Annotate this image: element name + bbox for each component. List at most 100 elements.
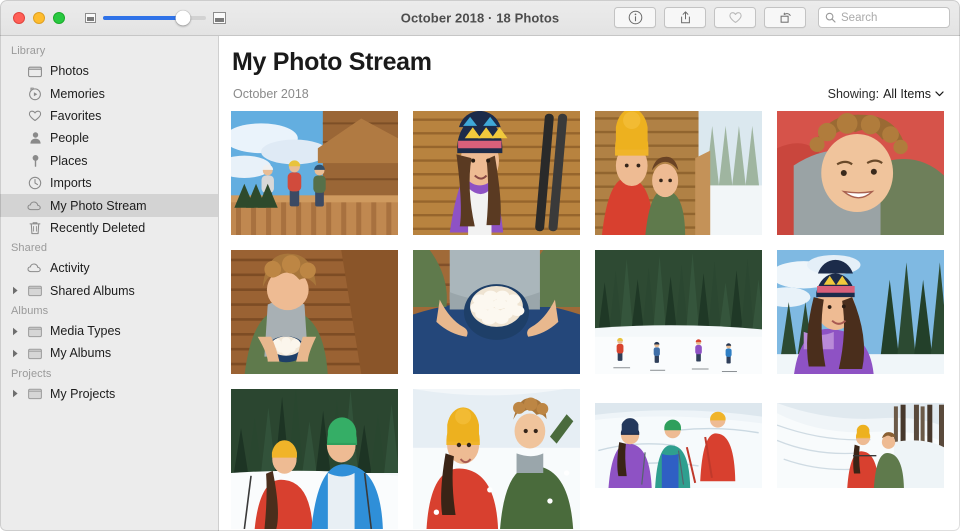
cloud-icon bbox=[27, 200, 43, 212]
photo-thumbnail[interactable] bbox=[777, 111, 944, 235]
toolbar-right-group: Search bbox=[614, 7, 960, 28]
minimize-window-button[interactable] bbox=[33, 12, 45, 24]
sidebar-item-my-albums[interactable]: My Albums bbox=[0, 342, 218, 364]
close-window-button[interactable] bbox=[13, 12, 25, 24]
photo-grid-cell bbox=[413, 389, 580, 529]
photo-grid-cell bbox=[777, 389, 944, 529]
map-pin-icon bbox=[27, 154, 43, 168]
showing-filter-dropdown[interactable]: Showing: All Items bbox=[828, 87, 946, 101]
heart-icon bbox=[27, 109, 43, 122]
photos-folder-icon bbox=[27, 65, 43, 78]
favorite-button[interactable] bbox=[714, 7, 756, 28]
search-field[interactable]: Search bbox=[818, 7, 950, 28]
clock-icon bbox=[27, 176, 43, 190]
slider-knob[interactable] bbox=[176, 10, 191, 25]
photo-thumbnail[interactable] bbox=[413, 389, 580, 529]
sidebar-item-people[interactable]: People bbox=[0, 127, 218, 149]
sidebar-section-header-library: Library bbox=[0, 42, 218, 60]
sidebar-section-header-projects: Projects bbox=[0, 365, 218, 383]
sidebar-item-label: My Albums bbox=[50, 346, 111, 360]
sidebar-item-label: My Projects bbox=[50, 387, 115, 401]
large-thumbnail-icon bbox=[213, 12, 226, 24]
sidebar-section-header-albums: Albums bbox=[0, 302, 218, 320]
sidebar-item-memories[interactable]: Memories bbox=[0, 82, 218, 104]
photo-thumbnail[interactable] bbox=[231, 111, 398, 235]
photo-grid-cell bbox=[413, 250, 580, 374]
photo-grid-cell bbox=[231, 111, 398, 235]
titlebar: October 2018 · 18 Photos bbox=[0, 0, 960, 36]
folder-icon bbox=[27, 387, 43, 400]
sidebar-item-recently-deleted[interactable]: Recently Deleted bbox=[0, 217, 218, 239]
photo-thumbnail[interactable] bbox=[595, 403, 762, 488]
sidebar-item-my-photo-stream[interactable]: My Photo Stream bbox=[0, 194, 218, 216]
disclosure-triangle-icon[interactable] bbox=[11, 389, 20, 398]
traffic-lights bbox=[0, 12, 65, 24]
sidebar-item-photos[interactable]: Photos bbox=[0, 60, 218, 82]
folder-icon bbox=[27, 347, 43, 360]
sidebar-item-label: Photos bbox=[50, 64, 89, 78]
photo-grid-cell bbox=[595, 389, 762, 529]
sidebar-item-shared-albums[interactable]: Shared Albums bbox=[0, 280, 218, 302]
sidebar-item-activity[interactable]: Activity bbox=[0, 257, 218, 279]
sidebar-item-label: Places bbox=[50, 154, 88, 168]
disclosure-triangle-icon[interactable] bbox=[11, 327, 20, 336]
cloud-icon bbox=[27, 262, 43, 274]
photo-thumbnail[interactable] bbox=[595, 111, 762, 235]
photo-grid-cell bbox=[777, 111, 944, 235]
trash-icon bbox=[27, 221, 43, 235]
sidebar-item-label: People bbox=[50, 131, 89, 145]
maximize-window-button[interactable] bbox=[53, 12, 65, 24]
sidebar-item-label: Favorites bbox=[50, 109, 101, 123]
thumbnail-zoom-slider-group bbox=[85, 12, 226, 24]
photo-thumbnail[interactable] bbox=[231, 389, 398, 529]
thumbnail-zoom-slider[interactable] bbox=[103, 16, 206, 20]
month-label: October 2018 bbox=[233, 87, 309, 101]
small-thumbnail-icon bbox=[85, 13, 96, 23]
sidebar-item-media-types[interactable]: Media Types bbox=[0, 320, 218, 342]
sidebar-item-favorites[interactable]: Favorites bbox=[0, 105, 218, 127]
photo-thumbnail[interactable] bbox=[777, 403, 944, 488]
photo-grid-cell bbox=[595, 250, 762, 374]
disclosure-triangle-icon[interactable] bbox=[11, 349, 20, 358]
info-button[interactable] bbox=[614, 7, 656, 28]
photos-app-window: October 2018 · 18 Photos bbox=[0, 0, 960, 531]
rotate-icon bbox=[778, 10, 793, 25]
photo-thumbnail[interactable] bbox=[231, 250, 398, 374]
photo-thumbnail[interactable] bbox=[777, 250, 944, 374]
sidebar-item-label: Imports bbox=[50, 176, 92, 190]
share-up-arrow-icon bbox=[678, 10, 693, 25]
disclosure-triangle-icon[interactable] bbox=[11, 286, 20, 295]
share-button[interactable] bbox=[664, 7, 706, 28]
photo-thumbnail[interactable] bbox=[595, 250, 762, 374]
subheader-row: October 2018 Showing: All Items bbox=[231, 87, 946, 101]
folder-icon bbox=[27, 325, 43, 338]
rotate-button[interactable] bbox=[764, 7, 806, 28]
showing-label: Showing: bbox=[828, 87, 879, 101]
sidebar-item-label: Memories bbox=[50, 87, 105, 101]
folder-icon bbox=[27, 284, 43, 297]
sidebar-item-label: Media Types bbox=[50, 324, 121, 338]
sidebar-item-places[interactable]: Places bbox=[0, 150, 218, 172]
sidebar-item-imports[interactable]: Imports bbox=[0, 172, 218, 194]
photo-grid-cell bbox=[231, 250, 398, 374]
sidebar-item-label: Activity bbox=[50, 261, 90, 275]
memories-icon bbox=[27, 87, 43, 101]
sidebar-item-my-projects[interactable]: My Projects bbox=[0, 383, 218, 405]
photo-thumbnail[interactable] bbox=[413, 250, 580, 374]
page-title: My Photo Stream bbox=[231, 48, 946, 77]
info-circle-icon bbox=[628, 10, 643, 25]
photo-grid-cell bbox=[777, 250, 944, 374]
person-icon bbox=[27, 131, 43, 145]
sidebar-item-label: Recently Deleted bbox=[50, 221, 145, 235]
search-icon bbox=[825, 12, 836, 23]
sidebar-item-label: Shared Albums bbox=[50, 284, 135, 298]
showing-value: All Items bbox=[883, 87, 931, 101]
photo-thumbnail[interactable] bbox=[413, 111, 580, 235]
window-body: Library Photos Memories Favorites People Plac… bbox=[0, 36, 960, 531]
photo-grid-cell bbox=[231, 389, 398, 529]
search-input[interactable]: Search bbox=[841, 12, 877, 24]
photo-grid bbox=[231, 111, 946, 529]
photo-grid-cell bbox=[413, 111, 580, 235]
sidebar: Library Photos Memories Favorites People Plac… bbox=[0, 36, 219, 531]
sidebar-item-label: My Photo Stream bbox=[50, 199, 147, 213]
